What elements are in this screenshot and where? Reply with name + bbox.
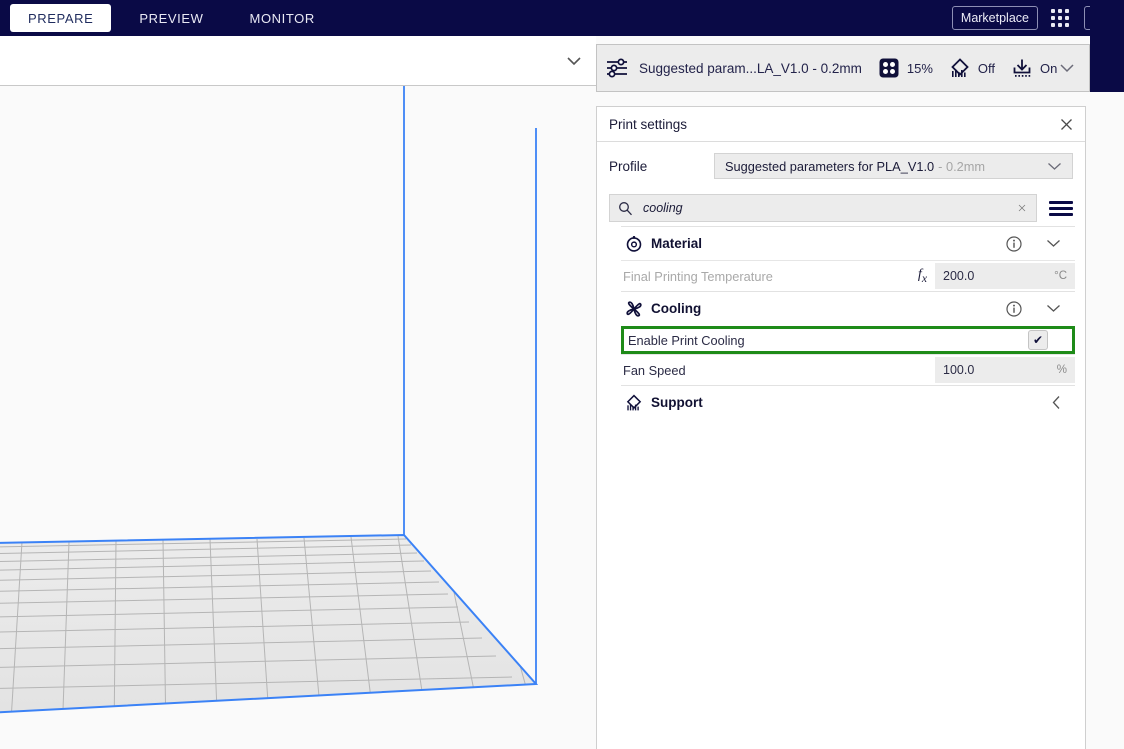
tab-prepare[interactable]: PREPARE: [10, 4, 112, 32]
category-cooling-actions: [1006, 300, 1061, 317]
profile-label: Profile: [609, 158, 648, 174]
tab-prepare-label: PREPARE: [28, 10, 94, 26]
build-plate-area[interactable]: [0, 86, 596, 749]
info-icon[interactable]: [1006, 235, 1022, 252]
close-icon[interactable]: [1016, 202, 1028, 214]
support-icon: [951, 58, 969, 77]
infill-pattern-icon: [879, 58, 899, 78]
top-bar-right-filler: [1090, 0, 1124, 92]
cooling-fan-icon: [626, 300, 642, 317]
setting-row-final-printing-temperature[interactable]: Final Printing Temperature fx 200.0 °C: [621, 260, 1075, 291]
application-window: PREPARE PREVIEW MONITOR Marketplace Sign…: [0, 0, 1124, 749]
profile-row: Profile Suggested parameters for PLA_V1.…: [597, 142, 1085, 190]
category-material-actions: [1006, 235, 1061, 252]
print-setup-selector[interactable]: Suggested param...LA_V1.0 - 0.2mm 15% Of…: [596, 44, 1090, 92]
marketplace-label: Marketplace: [960, 11, 1029, 25]
adhesion-value: On: [1040, 60, 1058, 76]
search-input[interactable]: [643, 201, 1016, 215]
adhesion-icon: [1013, 59, 1031, 77]
chevron-down-icon[interactable]: [1046, 304, 1061, 313]
viewport-toolbar: [0, 36, 596, 86]
chevron-down-icon[interactable]: [566, 56, 582, 66]
hamburger-menu-icon[interactable]: [1049, 200, 1073, 216]
support-value: Off: [977, 60, 996, 76]
category-material[interactable]: Material: [621, 226, 1075, 260]
setting-label: Fan Speed: [623, 362, 686, 378]
chevron-down-icon[interactable]: [1046, 239, 1061, 248]
enable-print-cooling-checkbox[interactable]: ✔: [1028, 330, 1048, 350]
top-navigation-bar: PREPARE PREVIEW MONITOR Marketplace Sign…: [0, 0, 1124, 36]
setting-row-enable-print-cooling[interactable]: Enable Print Cooling ✔: [621, 326, 1075, 354]
setting-unit: °C: [1054, 270, 1067, 282]
search-icon: [619, 201, 632, 215]
info-icon[interactable]: [1006, 300, 1022, 317]
category-support[interactable]: Support: [621, 385, 1075, 419]
panel-header: Print settings: [597, 107, 1085, 142]
build-plate-3d: [0, 86, 539, 728]
close-icon[interactable]: [1060, 118, 1073, 131]
setting-unit: %: [1056, 364, 1067, 376]
material-spool-icon: [626, 235, 642, 252]
setting-row-fan-speed[interactable]: Fan Speed 100.0 %: [621, 354, 1075, 385]
setting-value-field[interactable]: 200.0 °C: [935, 263, 1075, 289]
setting-value: 200.0: [943, 269, 975, 283]
category-support-actions: [1052, 395, 1061, 410]
marketplace-button[interactable]: Marketplace: [951, 6, 1038, 30]
search-row: [597, 190, 1085, 226]
infill-summary[interactable]: 15%: [878, 57, 933, 79]
search-box[interactable]: [609, 194, 1037, 222]
support-icon: [626, 394, 642, 410]
panel-title: Print settings: [609, 116, 688, 132]
category-material-label: Material: [651, 236, 703, 251]
tab-preview[interactable]: PREVIEW: [121, 4, 221, 32]
setting-value: 100.0: [943, 363, 975, 377]
sliders-icon: [607, 58, 627, 78]
function-fx-icon[interactable]: fx: [918, 267, 927, 285]
chevron-left-icon[interactable]: [1052, 395, 1061, 410]
tab-preview-label: PREVIEW: [139, 10, 204, 26]
tab-monitor-label: MONITOR: [249, 10, 315, 26]
support-summary[interactable]: Off: [949, 57, 995, 79]
adhesion-summary[interactable]: On: [1011, 57, 1057, 79]
setting-value-field[interactable]: 100.0 %: [935, 357, 1075, 383]
category-cooling-label: Cooling: [651, 301, 702, 316]
chevron-down-icon: [1048, 162, 1061, 170]
grid-apps-icon[interactable]: [1048, 6, 1072, 30]
3d-viewport[interactable]: [0, 36, 596, 749]
infill-value: 15%: [906, 60, 933, 76]
chevron-down-icon[interactable]: [1059, 63, 1075, 73]
profile-value-main: Suggested parameters for PLA_V1.0: [725, 158, 935, 174]
profile-summary-label: Suggested param...LA_V1.0 - 0.2mm: [639, 60, 862, 76]
print-settings-panel: Print settings Profile Suggested paramet…: [596, 106, 1086, 749]
tab-monitor[interactable]: MONITOR: [232, 4, 333, 32]
category-support-label: Support: [651, 395, 703, 410]
setting-label: Enable Print Cooling: [628, 332, 745, 348]
profile-select[interactable]: Suggested parameters for PLA_V1.0 - 0.2m…: [714, 153, 1073, 179]
checkbox-check-glyph: ✔: [1032, 333, 1044, 347]
category-cooling[interactable]: Cooling: [621, 291, 1075, 325]
profile-value-sub: - 0.2mm: [938, 158, 986, 174]
setting-label: Final Printing Temperature: [623, 268, 773, 284]
